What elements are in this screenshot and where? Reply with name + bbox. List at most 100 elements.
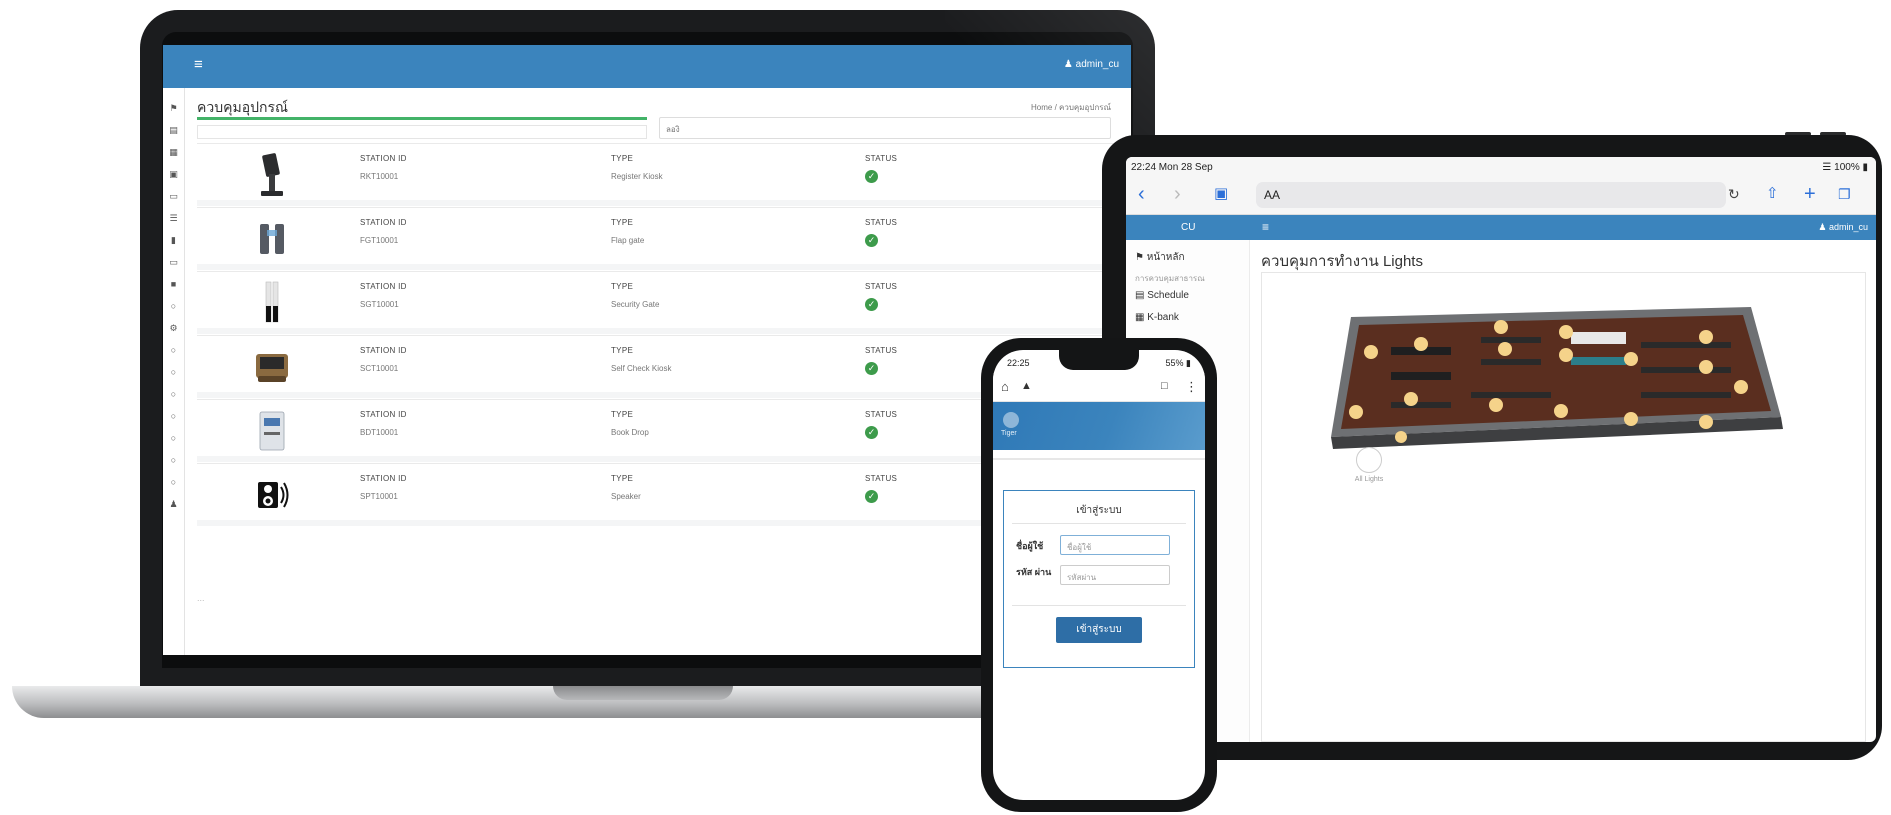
sidebar-item-label: หน้าหลัก <box>1146 252 1185 263</box>
more-menu-icon[interactable]: ⋮ <box>1185 380 1198 393</box>
type-label: TYPE <box>611 474 634 483</box>
sidebar-item-schedule[interactable]: ▤ Schedule <box>1135 290 1189 301</box>
book-icon[interactable]: ■ <box>167 278 180 290</box>
circle-icon-1[interactable]: ○ <box>167 344 180 356</box>
battery-level: 100% <box>1834 162 1860 173</box>
list-icon[interactable]: ☰ <box>167 212 180 224</box>
type-label: TYPE <box>611 218 634 227</box>
calendar-icon[interactable]: ▤ <box>167 124 180 136</box>
bulb-icon[interactable]: ○ <box>167 300 180 312</box>
device-type: Book Drop <box>611 428 649 437</box>
tabs-icon[interactable]: □ <box>1161 380 1168 393</box>
flap-gate-icon <box>260 224 284 254</box>
monitor-icon[interactable]: ▭ <box>167 190 180 202</box>
device-type: Speaker <box>611 492 641 501</box>
circle-icon-2[interactable]: ○ <box>167 366 180 378</box>
sidebar-item-kbank[interactable]: ▦ K-bank <box>1135 312 1179 323</box>
back-icon[interactable]: ‹ <box>1138 184 1145 204</box>
page-title: ควบคุมการทำงาน Lights <box>1261 253 1423 270</box>
username-input[interactable]: ชื่อผู้ใช้ <box>1060 535 1170 555</box>
station-id-label: STATION ID <box>360 410 407 419</box>
gear-icon[interactable]: ⚙ <box>167 322 180 334</box>
password-input[interactable]: รหัสผ่าน <box>1060 565 1170 585</box>
tablet-time: 22:24 Mon 28 Sep <box>1131 162 1213 173</box>
gate-icon[interactable]: ▮ <box>167 234 180 246</box>
more-indicator: ... <box>197 593 205 603</box>
device-card[interactable]: STATION ID FGT10001 TYPE Flap gate STATU… <box>197 207 1119 270</box>
status-ok-icon: ✓ <box>865 362 878 375</box>
circle-icon-6[interactable]: ○ <box>167 454 180 466</box>
hamburger-menu-icon[interactable]: ≡ <box>1262 220 1269 234</box>
status-ok-icon: ✓ <box>865 298 878 311</box>
device-card[interactable]: STATION ID SGT10001 TYPE Security Gate S… <box>197 271 1119 334</box>
battery-level: 55% <box>1165 358 1184 368</box>
station-id-label: STATION ID <box>360 282 407 291</box>
sidebar-item-label: K-bank <box>1147 312 1179 323</box>
station-id: SGT10001 <box>360 300 399 309</box>
tablet-screen: 22:24 Mon 28 Sep ☰ 100% ▮ ‹ › ▣ AA ↻ ⇧ +… <box>1126 157 1876 742</box>
station-id-label: STATION ID <box>360 218 407 227</box>
progress-fill <box>197 117 647 120</box>
status-label: STATUS <box>865 282 898 291</box>
warning-icon[interactable]: ▲ <box>1021 380 1032 393</box>
type-label: TYPE <box>611 346 634 355</box>
logo-icon <box>1003 412 1019 428</box>
login-button[interactable]: เข้าสู่ระบบ <box>1056 617 1142 643</box>
address-bar[interactable]: AA <box>1256 182 1726 208</box>
bank-icon[interactable]: ▦ <box>167 146 180 158</box>
reload-icon[interactable]: ↻ <box>1728 184 1740 204</box>
desktop-icon[interactable]: ▭ <box>167 256 180 268</box>
circle-icon-3[interactable]: ○ <box>167 388 180 400</box>
breadcrumb[interactable]: Home / ควบคุมอุปกรณ์ <box>1031 101 1111 114</box>
user-icon[interactable]: ♟ <box>167 498 180 510</box>
search-input[interactable]: ลองิ <box>659 117 1111 139</box>
phone-screen: 22:25 55% ▮ ⌂ ▲ □ ⋮ Tiger เข้าสู่ระบบ ชื… <box>993 350 1205 800</box>
filter-field[interactable] <box>197 125 647 139</box>
station-id: SPT10001 <box>360 492 398 501</box>
hamburger-menu-icon[interactable]: ≡ <box>194 56 203 73</box>
device-type: Register Kiosk <box>611 172 663 181</box>
divider <box>1012 605 1186 606</box>
device-type: Self Check Kiosk <box>611 364 672 373</box>
type-label: TYPE <box>611 282 634 291</box>
user-menu[interactable]: ♟ admin_cu <box>1064 59 1119 70</box>
type-label: TYPE <box>611 154 634 163</box>
sidebar-item-home[interactable]: ⚑ หน้าหลัก <box>1135 250 1185 265</box>
password-label: รหัส ผ่าน <box>1016 567 1052 577</box>
new-tab-icon[interactable]: + <box>1804 184 1816 204</box>
kiosk-icon <box>261 153 283 196</box>
top-navbar: ≡ ♟ admin_cu <box>163 45 1131 88</box>
station-id-label: STATION ID <box>360 154 407 163</box>
username-label: ชื่อผู้ใช้ <box>1016 541 1044 551</box>
status-label: STATUS <box>865 410 898 419</box>
sidebar-item-label: Schedule <box>1147 290 1189 301</box>
progress-bar <box>197 117 647 120</box>
phone-browser-bar: ⌂ ▲ □ ⋮ <box>993 372 1205 402</box>
reader-mode-label: AA <box>1264 188 1281 202</box>
phone-app-header: Tiger <box>993 402 1205 450</box>
book-drop-icon <box>259 411 285 451</box>
phone-time: 22:25 <box>1007 358 1030 368</box>
grid-icon[interactable]: ▣ <box>167 168 180 180</box>
bookmarks-icon[interactable]: ▣ <box>1214 184 1228 204</box>
all-lights-button[interactable]: All Lights <box>1351 447 1387 483</box>
station-id: SCT10001 <box>360 364 399 373</box>
circle-icon-7[interactable]: ○ <box>167 476 180 488</box>
device-card[interactable]: STATION ID RKT10001 TYPE Register Kiosk … <box>197 143 1119 206</box>
forward-icon[interactable]: › <box>1174 184 1181 204</box>
tabs-icon[interactable]: ❐ <box>1838 184 1851 204</box>
home-icon[interactable]: ⚑ <box>167 102 180 114</box>
tablet-battery: ☰ 100% ▮ <box>1822 162 1868 173</box>
status-ok-icon: ✓ <box>865 170 878 183</box>
type-label: TYPE <box>611 410 634 419</box>
share-icon[interactable]: ⇧ <box>1766 184 1779 204</box>
phone-signal: 55% ▮ <box>1165 358 1191 368</box>
home-icon[interactable]: ⌂ <box>1001 380 1009 393</box>
circle-icon-5[interactable]: ○ <box>167 432 180 444</box>
circle-icon-4[interactable]: ○ <box>167 410 180 422</box>
brand-label: CU <box>1181 222 1196 233</box>
user-menu[interactable]: ♟ admin_cu <box>1818 222 1868 233</box>
logo-text: Tiger <box>1001 430 1017 437</box>
laptop-notch <box>553 686 733 700</box>
device-type: Security Gate <box>611 300 660 309</box>
